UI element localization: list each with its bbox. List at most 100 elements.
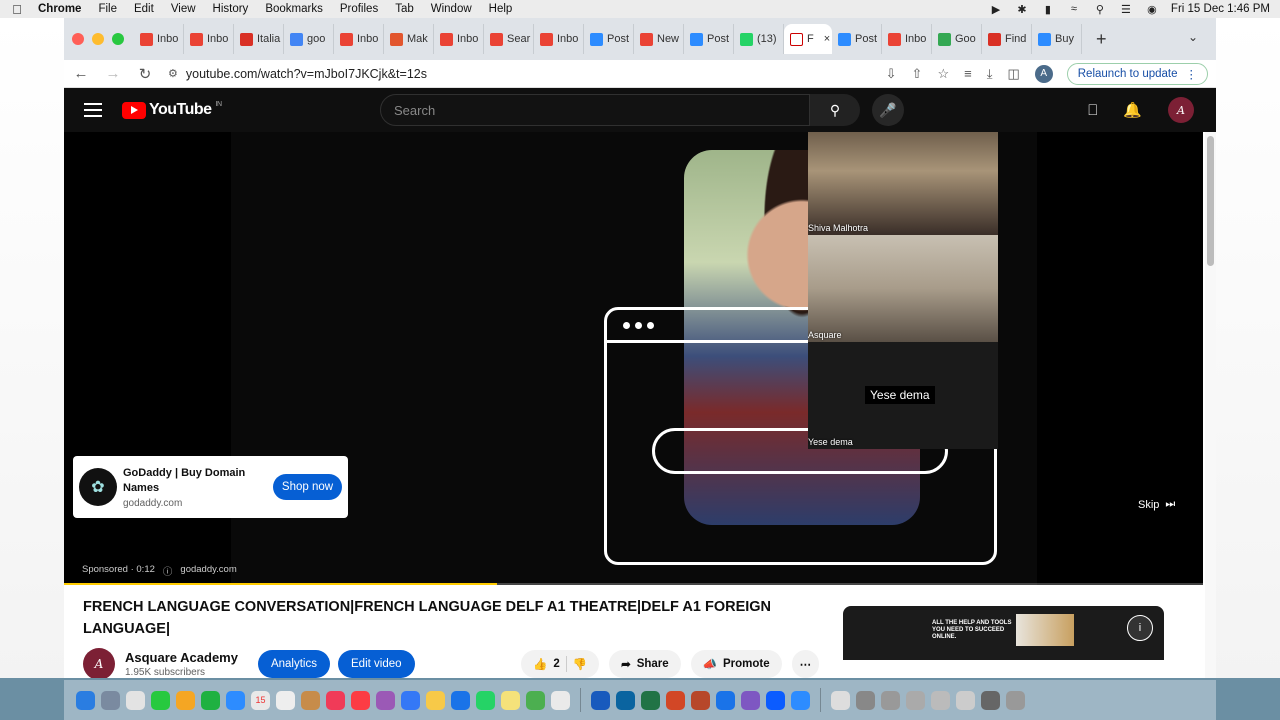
dock-app-icon[interactable] xyxy=(151,690,170,710)
address-bar[interactable]: ⚙ youtube.com/watch?v=mJboI7JKCjk&t=12s xyxy=(168,62,872,86)
back-button[interactable]: ← xyxy=(72,65,90,82)
progress-bar[interactable] xyxy=(64,583,1203,585)
spotlight-search-icon[interactable]: ⚲ xyxy=(1093,4,1107,16)
share-button[interactable]: ➦ Share xyxy=(609,650,681,678)
control-center-icon[interactable]: ☰ xyxy=(1119,4,1133,16)
battery-icon[interactable]: ▮ xyxy=(1041,4,1055,16)
browser-tab[interactable]: Post xyxy=(684,24,734,54)
create-video-icon[interactable]: ⎕ xyxy=(1088,102,1097,119)
side-panel-icon[interactable]: ◫ xyxy=(1007,66,1019,82)
dock-app-icon[interactable] xyxy=(791,690,810,710)
forward-button[interactable]: → xyxy=(104,65,122,82)
dock-app-icon[interactable] xyxy=(426,690,445,710)
browser-tab[interactable]: Goo xyxy=(932,24,982,54)
edit-video-button[interactable]: Edit video xyxy=(338,650,415,678)
dock-app-icon[interactable] xyxy=(126,690,145,710)
skip-ad-button[interactable]: Skip ⏭ xyxy=(1138,498,1175,511)
calendar-icon[interactable]: 15 xyxy=(251,690,270,710)
dock-app-icon[interactable] xyxy=(741,690,760,710)
dock-app-icon[interactable] xyxy=(666,690,685,710)
minimize-window-button[interactable] xyxy=(92,33,104,45)
dock-app-icon[interactable] xyxy=(376,690,395,710)
channel-avatar[interactable]: A xyxy=(83,648,115,678)
shop-now-button[interactable]: Shop now xyxy=(273,474,342,500)
close-window-button[interactable] xyxy=(72,33,84,45)
dislike-icon[interactable]: 👎 xyxy=(573,657,587,671)
dock-app-icon[interactable] xyxy=(526,690,545,710)
promote-button[interactable]: 📣 Promote xyxy=(690,650,782,678)
menu-window[interactable]: Window xyxy=(431,3,472,15)
youtube-logo[interactable]: YouTube IN xyxy=(122,101,222,119)
voice-search-button[interactable]: 🎤 xyxy=(872,94,904,126)
menu-clock[interactable]: Fri 15 Dec 1:46 PM xyxy=(1171,3,1270,15)
notifications-bell-icon[interactable]: 🔔 xyxy=(1123,101,1142,119)
dock-app-icon[interactable] xyxy=(276,690,295,710)
info-icon[interactable]: ⓘ xyxy=(163,564,173,578)
browser-tab[interactable]: Inbo xyxy=(334,24,384,54)
dock-app-icon[interactable] xyxy=(766,690,785,710)
dock-app-icon[interactable] xyxy=(176,690,195,710)
url-text[interactable]: youtube.com/watch?v=mJboI7JKCjk&t=12s xyxy=(186,67,427,81)
dock-app-icon[interactable] xyxy=(616,690,635,710)
account-avatar[interactable]: A xyxy=(1168,97,1194,123)
dock-app-icon[interactable] xyxy=(101,690,120,710)
browser-tab[interactable]: Sear xyxy=(484,24,534,54)
siri-icon[interactable]: ◉ xyxy=(1145,4,1159,16)
ad-overlay-card[interactable]: ✿ GoDaddy | Buy Domain Names godaddy.com… xyxy=(73,456,348,518)
reload-button[interactable]: ↻ xyxy=(136,65,154,83)
guide-menu-icon[interactable] xyxy=(84,103,102,117)
menu-bookmarks[interactable]: Bookmarks xyxy=(265,3,323,15)
install-app-icon[interactable]: ⇩ xyxy=(886,66,897,82)
scrollbar-thumb[interactable] xyxy=(1207,136,1214,266)
browser-tab[interactable]: goo xyxy=(284,24,334,54)
dock-app-icon[interactable] xyxy=(956,690,975,710)
profile-avatar[interactable]: A xyxy=(1034,64,1053,83)
downloads-icon[interactable]: ⤓ xyxy=(987,66,993,82)
browser-tab[interactable]: Italia xyxy=(234,24,284,54)
dock-app-icon[interactable] xyxy=(641,690,660,710)
menu-edit[interactable]: Edit xyxy=(134,3,154,15)
menu-history[interactable]: History xyxy=(213,3,249,15)
browser-tab[interactable]: Find xyxy=(982,24,1032,54)
browser-tab[interactable]: Post xyxy=(832,24,882,54)
browser-tab[interactable]: Inbo xyxy=(534,24,584,54)
browser-tab[interactable]: New xyxy=(634,24,684,54)
bluetooth-icon[interactable]: ✱ xyxy=(1015,4,1029,16)
like-icon[interactable]: 👍 xyxy=(533,657,547,671)
dock-app-icon[interactable] xyxy=(931,690,950,710)
dock-app-icon[interactable] xyxy=(351,690,370,710)
close-tab-icon[interactable]: × xyxy=(824,33,830,45)
promo-banner[interactable]: ALL THE HELP AND TOOLS YOU NEED TO SUCCE… xyxy=(843,606,1164,660)
menu-app-name[interactable]: Chrome xyxy=(38,3,81,15)
browser-tab[interactable]: (13) xyxy=(734,24,784,54)
dock-app-icon[interactable] xyxy=(691,690,710,710)
info-icon[interactable]: i xyxy=(1127,615,1153,641)
share-page-icon[interactable]: ⇧ xyxy=(912,66,923,82)
dock-app-icon[interactable] xyxy=(301,690,320,710)
tab-search-chevron-icon[interactable]: ⌄ xyxy=(1188,30,1198,44)
bookmark-star-icon[interactable]: ☆ xyxy=(937,66,949,82)
dock-app-icon[interactable] xyxy=(451,690,470,710)
browser-tab[interactable]: Mak xyxy=(384,24,434,54)
more-actions-button[interactable]: ⋯ xyxy=(791,650,820,678)
new-tab-button[interactable]: + xyxy=(1096,29,1107,50)
dock-app-icon[interactable] xyxy=(881,690,900,710)
menu-tab[interactable]: Tab xyxy=(395,3,414,15)
dock-app-icon[interactable] xyxy=(76,690,95,710)
dock-app-icon[interactable] xyxy=(226,690,245,710)
apple-icon[interactable]:  xyxy=(10,2,24,17)
menu-profiles[interactable]: Profiles xyxy=(340,3,378,15)
dock-app-icon[interactable] xyxy=(1006,690,1025,710)
dock-app-icon[interactable] xyxy=(831,690,850,710)
dock-app-icon[interactable] xyxy=(401,690,420,710)
browser-tab[interactable]: Inbo xyxy=(184,24,234,54)
dock-app-icon[interactable] xyxy=(501,690,520,710)
zoom-window-button[interactable] xyxy=(112,33,124,45)
dock-app-icon[interactable] xyxy=(326,690,345,710)
dock-app-icon[interactable] xyxy=(906,690,925,710)
menu-view[interactable]: View xyxy=(171,3,196,15)
browser-tab[interactable]: Inbo xyxy=(882,24,932,54)
browser-tab[interactable]: Buy xyxy=(1032,24,1082,54)
relaunch-to-update-button[interactable]: Relaunch to update ⋮ xyxy=(1066,62,1208,85)
page-scrollbar[interactable] xyxy=(1205,132,1216,678)
